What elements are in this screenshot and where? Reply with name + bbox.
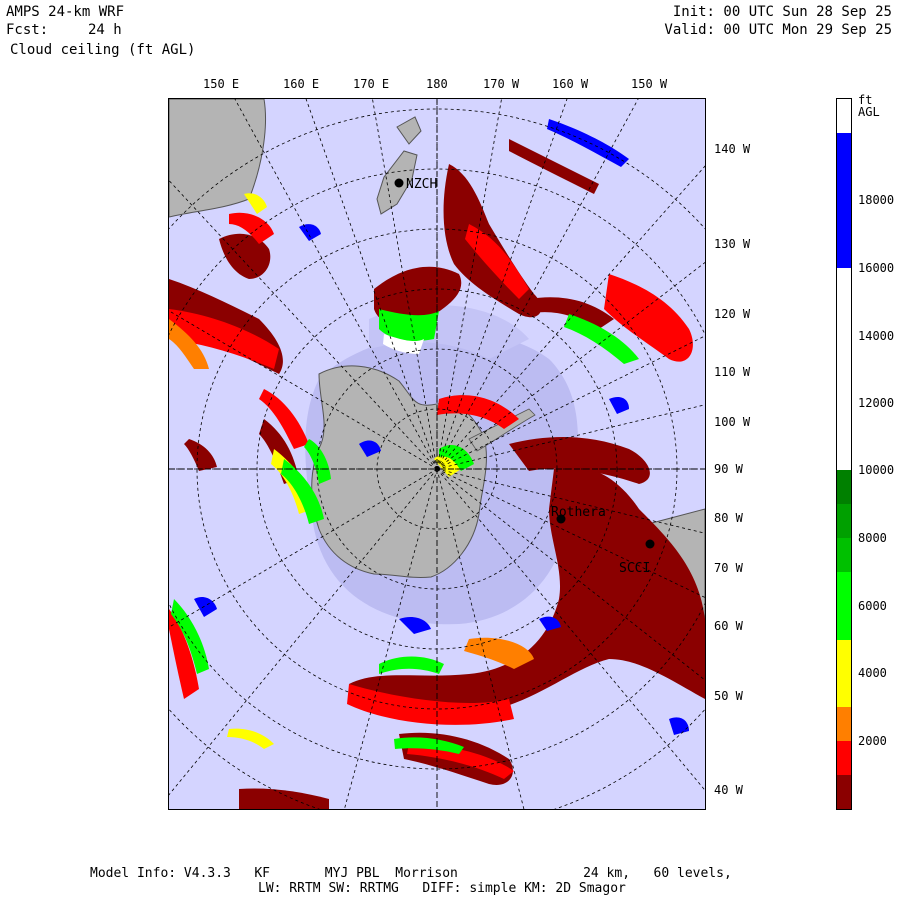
lon-label-right: 80 W — [714, 511, 743, 525]
lon-label-right: 140 W — [714, 142, 751, 156]
lon-label-right: 100 W — [714, 415, 751, 429]
lon-label-right: 90 W — [714, 462, 743, 476]
station-nzch-marker — [394, 178, 404, 188]
lon-label-right: 70 W — [714, 561, 743, 575]
valid-time: Valid: 00 UTC Mon 29 Sep 25 — [664, 22, 892, 38]
colorbar-segment — [837, 775, 851, 809]
lon-label-right: 40 W — [714, 783, 743, 797]
lon-label-right: 50 W — [714, 689, 743, 703]
colorbar-segment — [837, 268, 851, 470]
colorbar-segment — [837, 470, 851, 504]
field-name: Cloud ceiling (ft AGL) — [10, 42, 196, 58]
station-nzch-label: NZCH — [406, 177, 437, 192]
colorbar-tick-label: 10000 — [858, 463, 895, 477]
model-info-line1: Model Info: V4.3.3 KF MYJ PBL Morrison 2… — [90, 866, 732, 881]
lon-label-right: 130 W — [714, 237, 751, 251]
colorbar-segment — [837, 572, 851, 640]
colorbar-segment — [837, 741, 851, 775]
colorbar-tick-label: 8000 — [858, 531, 887, 545]
model-title: AMPS 24-km WRF — [6, 4, 125, 20]
fcst-label: Fcst: — [6, 22, 49, 38]
lon-label-top: 180 — [426, 77, 448, 91]
station-scci-marker — [645, 539, 655, 549]
init-time: Init: 00 UTC Sun 28 Sep 25 — [672, 4, 892, 20]
colorbar-tick-label: 4000 — [858, 666, 887, 680]
cloud-ceiling-map-svg: NZCH Rothera SCCI — [169, 99, 705, 809]
colorbar-tick-label: 12000 — [858, 396, 895, 410]
colorbar-segment — [837, 673, 851, 707]
polar-stereographic-map: NZCH Rothera SCCI — [168, 98, 706, 810]
colorbar-tick-label: 14000 — [858, 329, 895, 343]
lon-label-top: 170 W — [483, 77, 520, 91]
colorbar-segment — [837, 99, 851, 133]
station-rothera-label: Rothera — [551, 505, 606, 520]
colorbar-tick-label: 6000 — [858, 599, 887, 613]
lon-label-top: 150 E — [203, 77, 240, 91]
new-zealand-land — [396, 116, 422, 145]
colorbar-tick-label: 2000 — [858, 734, 887, 748]
colorbar-tick-label: 16000 — [858, 261, 895, 275]
colorbar-segment — [837, 640, 851, 673]
colorbar-segment — [837, 538, 851, 572]
lon-label-top: 150 W — [631, 77, 668, 91]
lon-label-right: 110 W — [714, 365, 751, 379]
colorbar-segment — [837, 504, 851, 538]
colorbar-tick-label: 18000 — [858, 193, 895, 207]
fcst-value: 24 h — [88, 22, 122, 38]
colorbar-segment — [837, 133, 851, 268]
lon-label-top: 170 E — [353, 77, 390, 91]
lon-label-top: 160 E — [283, 77, 320, 91]
lon-label-right: 120 W — [714, 307, 751, 321]
colorbar — [836, 98, 852, 810]
station-scci-label: SCCI — [619, 561, 650, 576]
lon-label-top: 160 W — [552, 77, 589, 91]
colorbar-unit: ft AGL — [858, 93, 880, 119]
lon-label-right: 60 W — [714, 619, 743, 633]
colorbar-segment — [837, 707, 851, 741]
model-info-line2: LW: RRTM SW: RRTMG DIFF: simple KM: 2D S… — [258, 881, 626, 896]
